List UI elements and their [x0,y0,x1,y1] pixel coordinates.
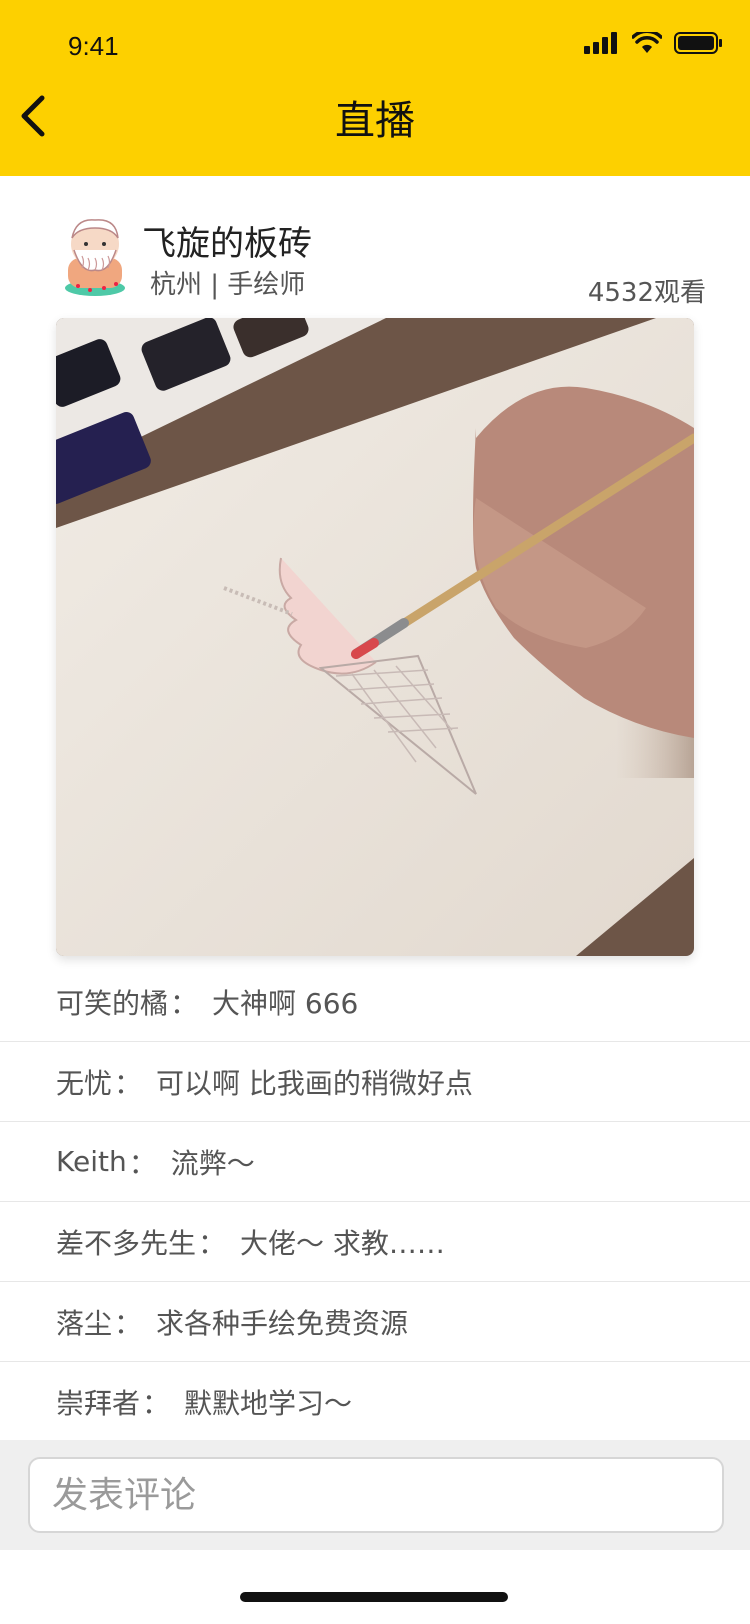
comment-user[interactable]: 崇拜者 [56,1382,140,1422]
viewer-count: 4532观看 [587,278,706,308]
wifi-icon [632,32,662,53]
avatar-illustration [65,219,125,296]
comment-item: 崇拜者： 默默地学习～ [0,1362,750,1442]
host-name: 飞旋的板砖 [142,224,312,264]
comment-text: 可以啊 比我画的稍微好点 [156,1066,473,1100]
page-title: 直播 [335,98,415,144]
comment-separator: ： [142,1387,171,1420]
status-time: 9:41 [68,31,119,61]
comment-separator: ： [114,1306,143,1340]
status-icons [584,32,722,54]
comment-user[interactable]: 差不多先生 [56,1222,196,1262]
comment-separator: ： [114,1066,143,1100]
comment-user[interactable]: 可笑的橘 [56,982,168,1022]
comment-user[interactable]: 落尘 [56,1302,112,1342]
comment-separator: ： [198,1226,227,1260]
comment-item: 落尘： 求各种手绘免费资源 [0,1282,750,1362]
comment-item: 无忧： 可以啊 比我画的稍微好点 [0,1042,750,1122]
header-bar: 9:41 直播 [0,0,750,176]
comment-separator: ： [128,1146,157,1180]
comment-text: 大佬～ 求教…… [240,1226,445,1260]
comment-input[interactable] [28,1457,724,1533]
signal-icon [584,32,617,54]
avatar[interactable] [60,214,130,298]
comment-text: 流弊～ [170,1146,255,1180]
comment-text: 大神啊 666 [212,986,359,1020]
comment-user[interactable]: 无忧 [56,1062,112,1102]
battery-icon [674,32,722,54]
home-indicator [240,1592,508,1602]
comment-input-bar [0,1440,750,1550]
video-frame [56,318,694,956]
live-video[interactable] [56,318,694,956]
comment-text: 求各种手绘免费资源 [156,1306,409,1340]
comment-item: 差不多先生： 大佬～ 求教…… [0,1202,750,1282]
comment-item: Keith： 流弊～ [0,1122,750,1202]
host-location-role: 杭州 | 手绘师 [150,270,306,300]
comment-list: 可笑的橘：大神啊 666 无忧：可以啊 比我画的稍微好点 Keith：流弊～ 差… [0,962,750,1442]
comment-user[interactable]: Keith [56,1145,127,1178]
comment-text: 默默地学习～ [184,1387,353,1420]
host-info: 飞旋的板砖 杭州 | 手绘师 4532观看 [0,176,750,316]
comment-item: 可笑的橘： 大神啊 666 [0,962,750,1042]
comment-separator: ： [170,986,199,1020]
